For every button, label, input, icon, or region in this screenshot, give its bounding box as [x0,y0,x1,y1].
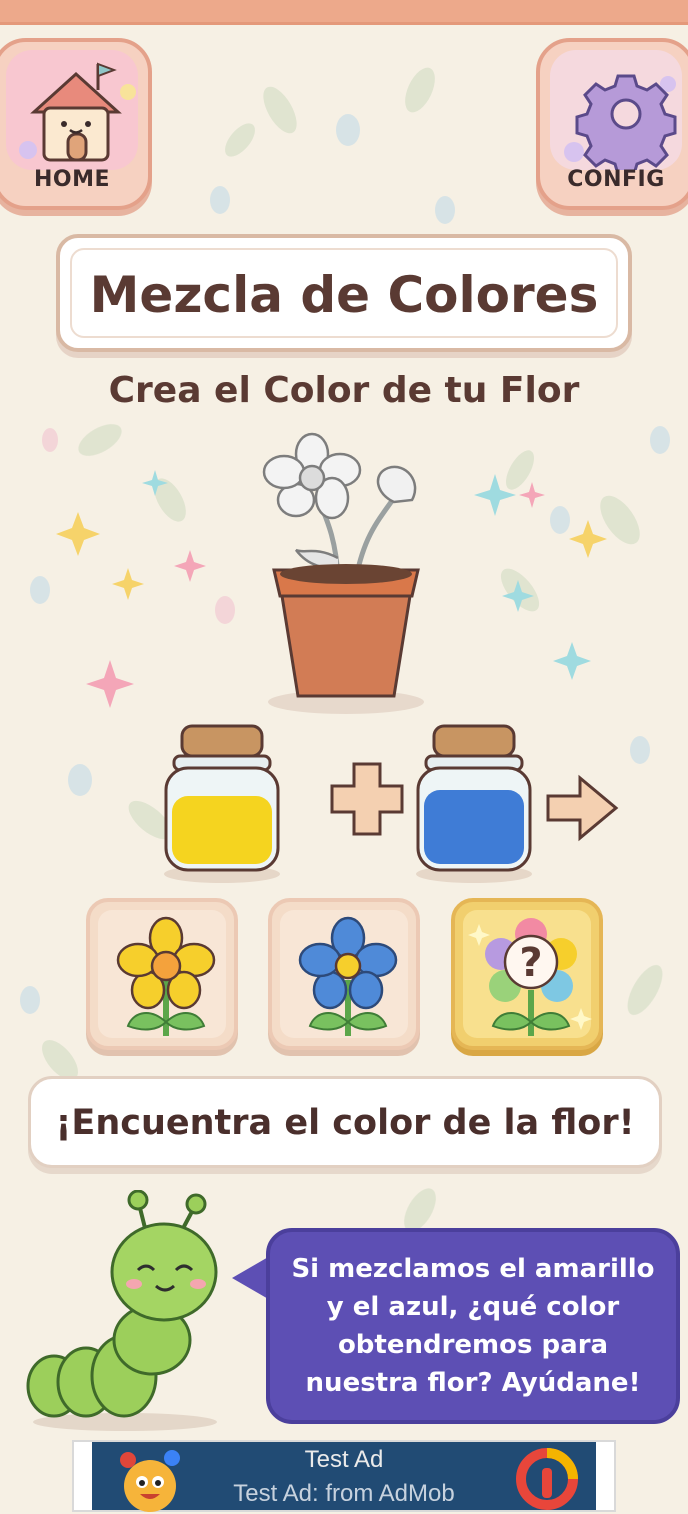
yellow-jar [164,724,280,883]
ad-banner[interactable]: Test Ad Test Ad: from AdMob [72,1440,616,1512]
home-icon-panel [6,50,138,170]
house-icon [19,62,136,162]
config-icon-panel [550,50,682,176]
mascot-speech-bubble: Si mezclamos el amarillo y el azul, ¿qué… [266,1228,680,1424]
page-title: Mezcla de Colores [89,266,599,324]
blue-jar [416,724,532,883]
instruction-panel: ¡Encuentra el color de la flor! [28,1076,662,1168]
ad-banner-content[interactable]: Test Ad Test Ad: from AdMob [92,1442,596,1512]
speech-tail [232,1256,270,1300]
top-bar [0,0,688,25]
arrow-right-icon [546,774,619,842]
question-flower-icon: ? [468,918,592,1036]
flower-pot-illustration [262,432,424,714]
mystery-flower-inner: ? [463,910,592,1038]
title-panel: Mezcla de Colores [56,234,632,352]
yellow-flower-inner [98,910,226,1038]
blue-flower-icon [298,916,398,1036]
caterpillar-mascot [26,1190,218,1431]
home-label: HOME [33,167,111,192]
color-mix-equation [164,724,619,883]
plus-icon [330,762,404,836]
config-button[interactable]: CONFIG [536,38,688,210]
yellow-flower-icon [116,916,216,1036]
mystery-flower-button[interactable]: ? [451,898,603,1050]
home-button[interactable]: HOME [0,38,152,210]
question-mark-icon: ? [519,940,542,986]
blue-flower-button[interactable] [268,898,420,1050]
gear-icon [564,74,677,176]
config-label: CONFIG [567,167,665,192]
yellow-flower-button[interactable] [86,898,238,1050]
page-subtitle: Crea el Color de tu Flor [108,370,580,411]
blue-flower-inner [280,910,408,1038]
admob-logo-icon [516,1448,578,1510]
instruction-text: ¡Encuentra el color de la flor! [55,1103,635,1143]
